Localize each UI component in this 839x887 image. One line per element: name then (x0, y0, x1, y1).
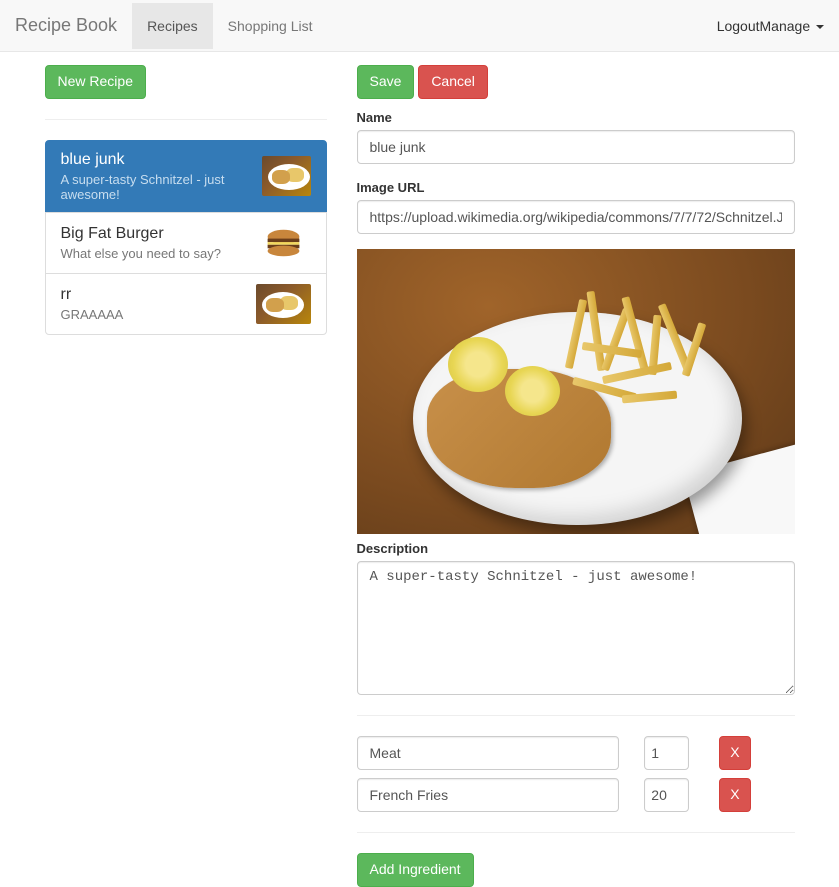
recipe-thumbnail (262, 156, 311, 196)
ingredient-name-input[interactable] (357, 736, 620, 770)
description-textarea[interactable]: A super-tasty Schnitzel - just awesome! (357, 561, 795, 695)
ingredient-amount-input[interactable] (644, 778, 689, 812)
brand-link[interactable]: Recipe Book (15, 0, 132, 51)
tab-recipes[interactable]: Recipes (132, 3, 213, 49)
ingredients-list: XX (357, 736, 795, 812)
delete-ingredient-button[interactable]: X (719, 778, 750, 812)
image-url-input[interactable] (357, 200, 795, 234)
navbar: Recipe Book Recipes Shopping List Logout… (0, 0, 839, 52)
cancel-button[interactable]: Cancel (418, 65, 488, 99)
recipe-item[interactable]: rr GRAAAAA (45, 273, 327, 335)
recipe-item[interactable]: Big Fat Burger What else you need to say? (45, 212, 327, 274)
nav-tabs: Recipes Shopping List (132, 3, 327, 49)
ingredient-row: X (357, 736, 795, 770)
recipe-item-desc: GRAAAAA (61, 307, 124, 322)
caret-down-icon (816, 25, 824, 29)
recipe-item-desc: What else you need to say? (61, 246, 221, 261)
nav-right: Logout Manage (717, 18, 824, 34)
delete-ingredient-button[interactable]: X (719, 736, 750, 770)
ingredient-name-input[interactable] (357, 778, 620, 812)
recipe-item-name: rr (61, 286, 124, 304)
recipe-item-name: Big Fat Burger (61, 225, 221, 243)
ingredient-amount-input[interactable] (644, 736, 689, 770)
recipe-thumbnail (256, 284, 311, 324)
ingredient-row: X (357, 778, 795, 812)
image-url-label: Image URL (357, 180, 425, 195)
recipe-item[interactable]: blue junk A super-tasty Schnitzel - just … (45, 140, 327, 213)
manage-dropdown[interactable]: Manage (760, 18, 824, 34)
description-label: Description (357, 541, 429, 556)
recipe-thumbnail (256, 223, 311, 263)
recipe-item-name: blue junk (61, 151, 262, 169)
name-input[interactable] (357, 130, 795, 164)
name-label: Name (357, 110, 392, 125)
tab-shopping-list[interactable]: Shopping List (213, 3, 328, 49)
image-preview (357, 249, 795, 534)
recipe-list: blue junk A super-tasty Schnitzel - just … (45, 140, 327, 335)
save-button[interactable]: Save (357, 65, 415, 99)
logout-link[interactable]: Logout (717, 18, 760, 34)
add-ingredient-button[interactable]: Add Ingredient (357, 853, 474, 887)
recipe-item-desc: A super-tasty Schnitzel - just awesome! (61, 172, 262, 202)
new-recipe-button[interactable]: New Recipe (45, 65, 146, 99)
